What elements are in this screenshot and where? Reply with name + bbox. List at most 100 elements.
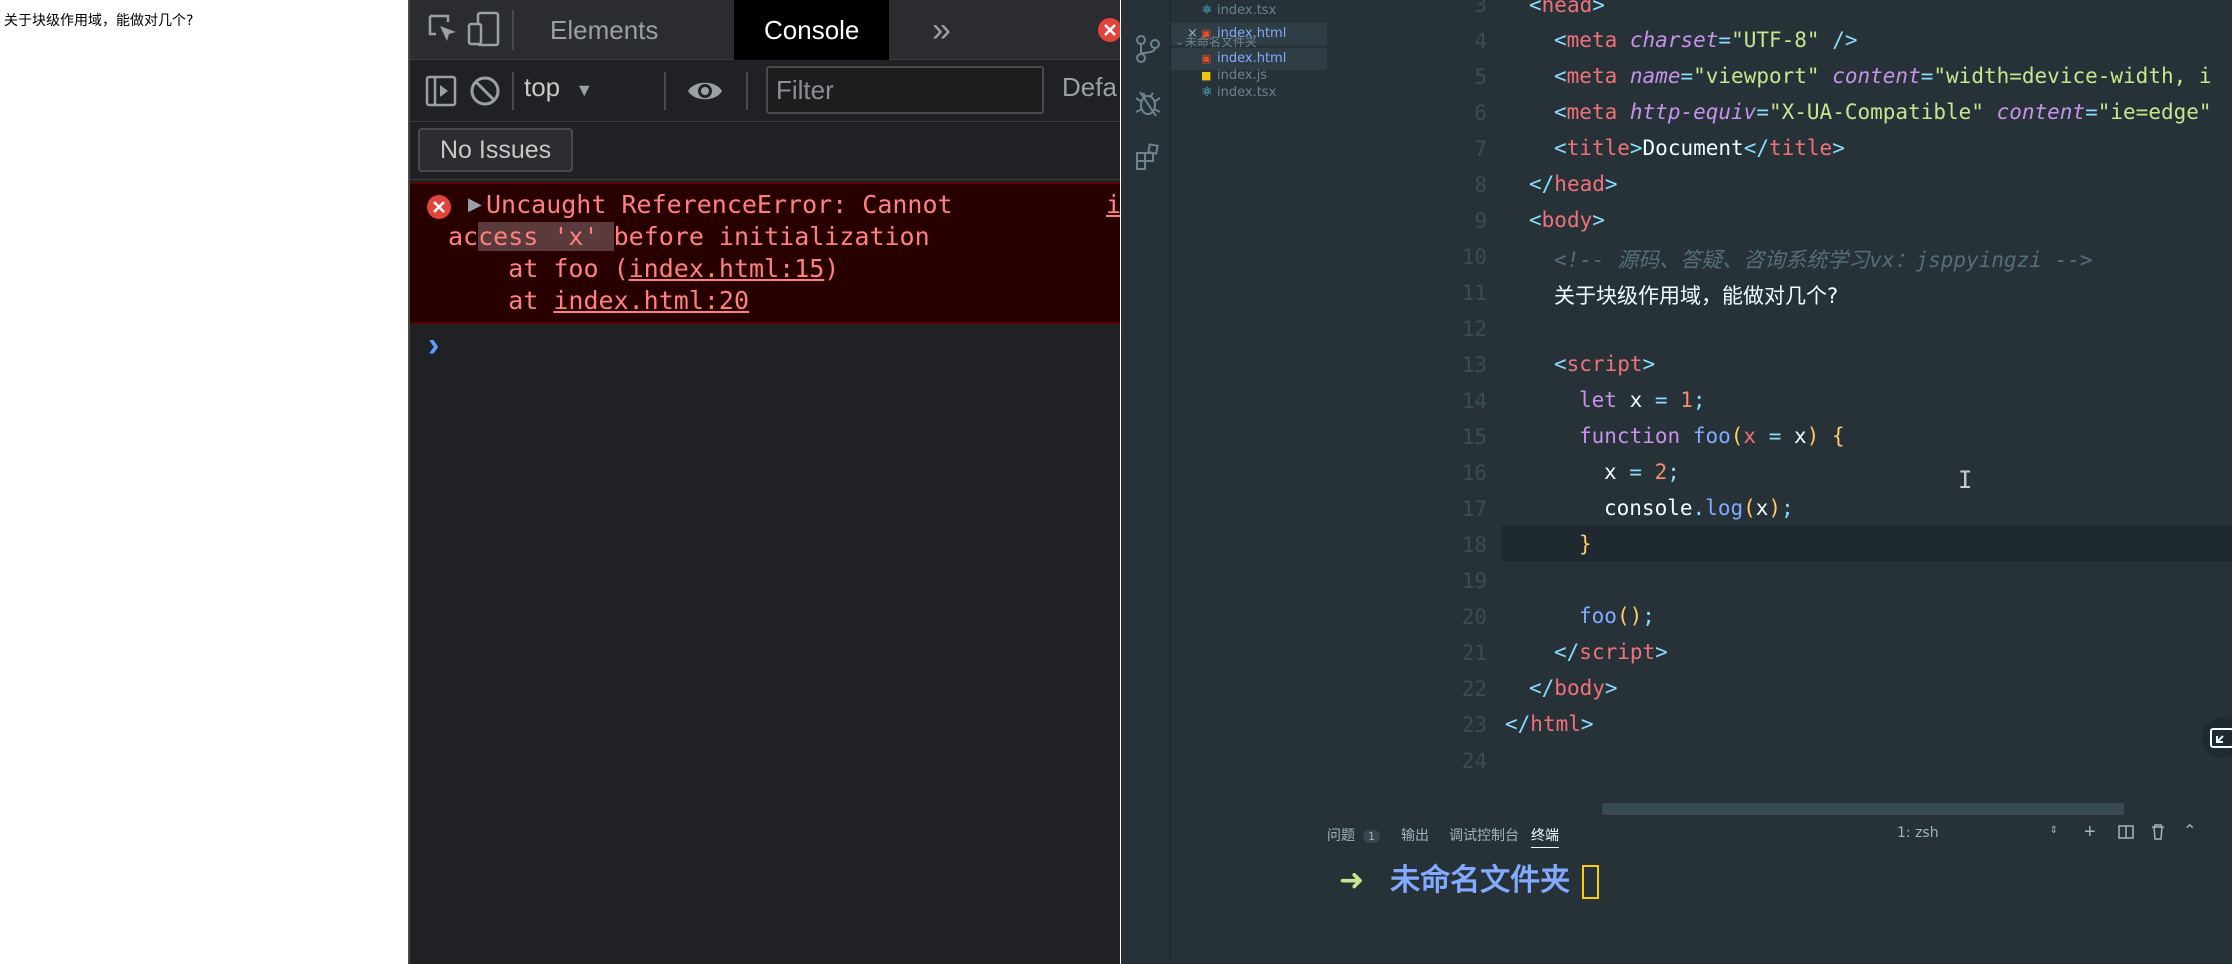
select-arrows-icon: ⇕ [2049,825,2058,836]
console-toolbar: top ▼ Defa [410,60,1120,122]
more-tabs-button[interactable]: » [920,0,963,60]
code-line-14: let x = 1; [1579,388,1706,412]
prompt-arrow-icon: ➜ [1339,863,1365,898]
problem-count-badge: 1 [1363,830,1380,843]
line-number: 4 [1474,29,1487,53]
line-number: 14 [1461,389,1487,413]
error-icon [426,194,452,225]
code-line-22: </body> [1529,676,1618,700]
expand-triangle-icon[interactable]: ▶ [468,194,482,215]
code-line-9: <body> [1529,208,1605,232]
horizontal-scrollbar[interactable] [1602,803,2124,815]
file-explorer: ⚛ index.tsx × ▣ index.html ⌄ 未命名文件夹 ▣ in… [1171,0,1327,964]
context-selector-label: top [524,72,561,102]
line-number: 15 [1461,425,1487,449]
stack-link-line-15[interactable]: index.html:15 [629,254,825,283]
line-number: 5 [1474,65,1487,89]
code-line-7: <title>Document</title> [1554,136,1845,160]
error-message-line-1: Uncaught ReferenceError: Cannot [486,190,953,219]
line-number: 3 [1474,0,1487,17]
code-line-18: } [1579,532,1592,556]
code-line-3: <head> [1529,0,1605,17]
line-number: 12 [1461,317,1487,341]
line-number: 11 [1461,281,1487,305]
line-number: 17 [1461,497,1487,521]
line-number: 7 [1474,137,1487,161]
stack-link-line-20[interactable]: index.html:20 [553,286,749,315]
tab-debug-console[interactable]: 调试控制台 [1449,825,1519,845]
react-icon: ⚛ [1201,85,1213,100]
filter-input[interactable] [768,68,1042,112]
device-toolbar-icon[interactable] [466,10,502,53]
code-line-5: <meta name="viewport" content="width=dev… [1554,64,2212,88]
line-number: 10 [1461,245,1487,269]
split-terminal-icon[interactable] [2118,824,2134,845]
code-line-17: console.log(x); [1604,496,1794,520]
inspect-element-icon[interactable] [426,12,460,51]
tab-problems[interactable]: 问题 1 [1327,825,1380,845]
code-line-20: foo(); [1579,604,1655,628]
line-number: 19 [1461,569,1487,593]
terminal-cursor [1582,864,1600,899]
line-number: 21 [1461,641,1487,665]
current-line-highlight [1502,525,2232,561]
debug-icon[interactable] [1134,88,1162,123]
line-number: 18 [1461,533,1487,557]
line-number: 23 [1461,713,1487,737]
no-issues-button[interactable]: No Issues [418,128,574,172]
line-number: 13 [1461,353,1487,377]
line-number: 24 [1461,749,1487,773]
prompt-chevron-icon: › [428,326,440,364]
source-control-icon[interactable] [1135,34,1161,69]
console-filter[interactable] [766,66,1044,114]
trash-icon[interactable] [2150,823,2166,846]
stack-frame-anon: at index.html:20 [448,286,750,315]
tab-terminal[interactable]: 终端 [1531,825,1559,848]
line-number: 6 [1474,101,1487,125]
terminal-select[interactable]: 1: zsh ⇕ [1897,825,2062,841]
log-levels-dropdown[interactable]: Defa [1062,72,1117,103]
code-line-16: x = 2; [1604,460,1680,484]
console-error-message: ▶ Uncaught ReferenceError: Cannot access… [410,182,1120,324]
sidebar-toggle-icon[interactable] [424,74,458,113]
line-number: 22 [1461,677,1487,701]
line-number: 16 [1461,461,1487,485]
issues-bar: No Issues [410,122,1120,180]
code-line-4: <meta charset="UTF-8" /> [1554,28,1858,52]
stack-frame-foo: at foo (index.html:15) [448,254,840,283]
chevron-up-icon[interactable]: ⌃ [2183,821,2196,841]
code-line-21: </script> [1554,640,1668,664]
line-number: 9 [1474,209,1487,233]
error-count-icon[interactable] [1096,16,1120,49]
code-line-10: <!-- 源码、答疑、咨询系统学习vx：jsppyingzi --> [1554,248,2093,272]
text-cursor-icon: I [1958,466,1973,494]
error-message-line-2: access 'x' before initialization [448,222,930,251]
react-icon: ⚛ [1201,3,1213,18]
explorer-item-index-tsx-1[interactable]: ⚛ index.tsx [1171,0,1327,22]
clear-console-icon[interactable] [468,74,502,113]
activity-bar [1121,0,1171,964]
tab-console[interactable]: Console [734,0,890,60]
extensions-icon[interactable] [1134,142,1162,175]
bottom-panel: 问题 1 输出 调试控制台 终端 1: zsh ⇕ + ⌃ ➜ 未命名文件夹 [1327,815,2232,964]
code-line-8: </head> [1529,172,1618,196]
dropdown-arrow-icon: ▼ [575,80,594,100]
console-prompt[interactable]: › [410,326,1120,370]
context-selector[interactable]: top ▼ [524,72,593,103]
code-line-11: 关于块级作用域，能做对几个? [1554,284,1839,308]
line-number: 8 [1474,173,1487,197]
code-line-15: function foo(x = x) { [1579,424,1845,448]
browser-page: 关于块级作用域，能做对几个? [0,0,408,964]
error-source-link[interactable]: i [1106,190,1120,219]
devtools-panel: Elements Console » top ▼ Defa No Issues [408,0,1120,964]
add-terminal-icon[interactable]: + [2084,821,2096,844]
explorer-item-index-tsx-2[interactable]: ⚛ index.tsx [1171,82,1327,104]
vscode-window: ⚛ index.tsx × ▣ index.html ⌄ 未命名文件夹 ▣ in… [1121,0,2232,964]
tab-elements[interactable]: Elements [520,0,688,60]
tab-output[interactable]: 输出 [1401,825,1429,845]
code-editor[interactable]: 3 4 5 6 7 8 9 10 11 12 13 14 15 16 17 18 19 20 21 22 23 24 <h… [1327,0,2232,815]
code-line-23: </html> [1505,712,1594,736]
live-expression-eye-icon[interactable] [686,76,724,111]
terminal-prompt-line[interactable]: ➜ 未命名文件夹 [1339,855,1600,899]
devtools-tab-bar: Elements Console » [410,0,1120,60]
